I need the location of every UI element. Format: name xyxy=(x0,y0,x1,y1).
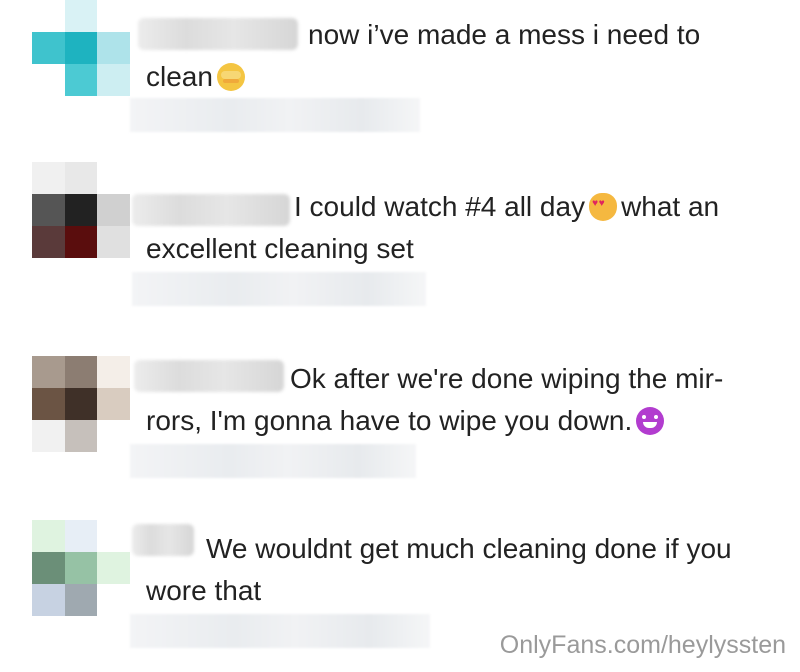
avatar-pixel xyxy=(97,552,130,584)
avatar-pixel xyxy=(32,194,65,226)
avatar-pixel xyxy=(97,226,130,258)
watermark: OnlyFans.com/heylyssten xyxy=(499,631,786,659)
avatar[interactable] xyxy=(32,356,130,452)
comment-meta-redacted xyxy=(130,614,430,648)
avatar-pixel xyxy=(97,64,130,96)
comment-text: We wouldnt get much cleaning done if you… xyxy=(146,528,786,612)
avatar-pixel xyxy=(64,520,98,552)
avatar-pixel xyxy=(32,356,65,388)
avatar-pixel xyxy=(97,356,130,388)
comment-meta-redacted xyxy=(130,444,416,478)
avatar-pixel xyxy=(32,0,65,32)
avatar-pixel xyxy=(64,0,98,32)
comment-text: I could watch #4 all day what an excellen… xyxy=(146,186,786,270)
comment-line: Ok after we're done wiping the mir- xyxy=(290,363,724,394)
avatar-pixel xyxy=(97,388,130,420)
avatar-pixel xyxy=(64,32,98,64)
comment-line: We wouldnt get much cleaning done if you xyxy=(206,533,732,564)
heart-eyes-cat-icon xyxy=(589,193,618,221)
avatar-pixel xyxy=(64,226,98,258)
avatar-pixel xyxy=(97,32,130,64)
avatar-pixel xyxy=(32,552,65,584)
avatar-pixel xyxy=(97,520,130,552)
face-with-hand-over-eyes-icon xyxy=(216,63,245,91)
avatar-pixel xyxy=(97,420,130,452)
avatar[interactable] xyxy=(32,520,130,616)
comment-line: now i’ve made a mess i need to xyxy=(308,19,701,50)
comment-line: rors, I'm gonna have to wipe you down. xyxy=(146,405,633,436)
comment-item: I could watch #4 all day what an excellen… xyxy=(0,160,800,330)
avatar-pixel xyxy=(64,356,98,388)
avatar-pixel xyxy=(64,552,98,584)
avatar-pixel xyxy=(32,226,65,258)
avatar-pixel xyxy=(64,64,98,96)
comment-meta-redacted xyxy=(130,98,420,132)
avatar-pixel xyxy=(64,194,98,226)
comment-text: Ok after we're done wiping the mir- rors… xyxy=(146,358,786,442)
avatar[interactable] xyxy=(32,162,130,258)
avatar-pixel xyxy=(64,420,98,452)
avatar-pixel xyxy=(97,194,130,226)
avatar-pixel xyxy=(64,162,98,194)
avatar-pixel xyxy=(32,420,65,452)
smiling-devil-icon xyxy=(636,407,665,435)
comment-line: I could watch #4 all day xyxy=(294,191,586,222)
avatar-pixel xyxy=(97,584,130,616)
avatar[interactable] xyxy=(32,0,130,96)
comment-line: excellent cleaning set xyxy=(146,233,414,264)
avatar-pixel xyxy=(32,64,65,96)
comment-line: what an xyxy=(621,191,720,222)
avatar-pixel xyxy=(97,0,130,32)
comment-line: wore that xyxy=(146,575,262,606)
avatar-pixel xyxy=(32,162,65,194)
comment-item: now i’ve made a mess i need to clean xyxy=(0,0,800,160)
avatar-pixel xyxy=(64,388,98,420)
avatar-pixel xyxy=(32,584,65,616)
avatar-pixel xyxy=(64,584,98,616)
avatar-pixel xyxy=(32,520,65,552)
comment-text: now i’ve made a mess i need to clean xyxy=(146,14,786,98)
avatar-pixel xyxy=(32,32,65,64)
avatar-pixel xyxy=(97,162,130,194)
comment-line: clean xyxy=(146,61,213,92)
avatar-pixel xyxy=(32,388,65,420)
comment-item: Ok after we're done wiping the mir- rors… xyxy=(0,330,800,500)
comment-meta-redacted xyxy=(132,272,426,306)
